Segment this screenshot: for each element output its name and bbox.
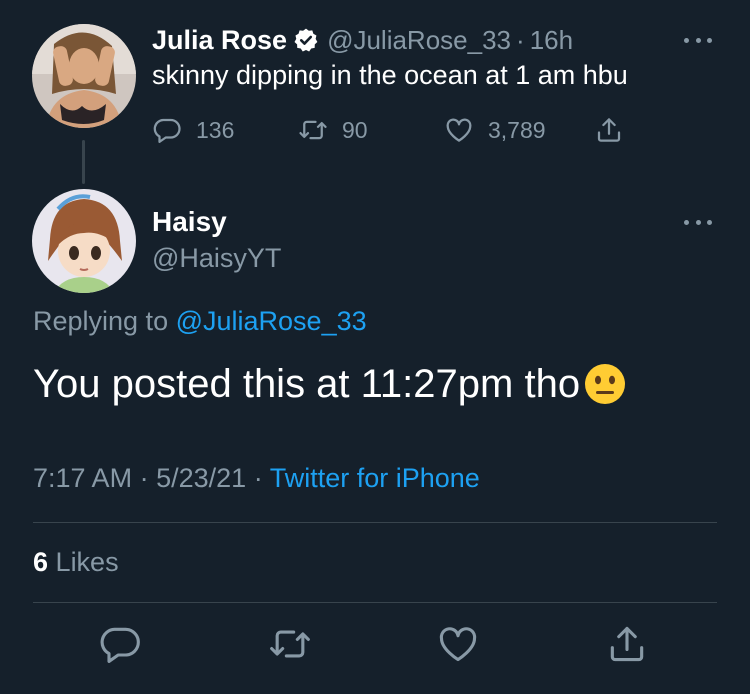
reply-button[interactable]	[98, 622, 142, 666]
tweet-date: 5/23/21	[156, 463, 247, 493]
divider-bottom	[33, 602, 717, 603]
original-author-avatar[interactable]	[32, 24, 136, 128]
meta-separator-2: ·	[253, 463, 263, 493]
separator-dot: ·	[516, 24, 525, 55]
reply-tweet-text: You posted this at 11:27pm tho	[33, 358, 626, 410]
share-button[interactable]	[605, 622, 649, 666]
reply-icon	[152, 115, 182, 145]
like-button[interactable]	[436, 622, 480, 666]
reply-text-content: You posted this at 11:27pm tho	[33, 361, 581, 406]
verified-badge-icon	[293, 27, 319, 53]
reply-author-avatar[interactable]	[32, 189, 136, 293]
heart-icon	[436, 622, 480, 666]
original-author-handle[interactable]: @JuliaRose_33	[327, 25, 511, 56]
heart-icon	[444, 115, 474, 145]
neutral-face-emoji	[584, 363, 626, 405]
reply-author-name[interactable]: Haisy	[152, 206, 227, 238]
retweet-count: 90	[342, 116, 368, 143]
original-tweet-time[interactable]: 16h	[530, 25, 573, 56]
replying-to-label: Replying to	[33, 306, 169, 336]
reply-author-handle[interactable]: @HaisyYT	[152, 243, 281, 274]
original-tweet-header: Julia Rose @JuliaRose_33 · 16h	[152, 22, 573, 58]
original-tweet-text: skinny dipping in the ocean at 1 am hbu	[152, 60, 628, 90]
original-tweet-actions: 136 90 3,789	[152, 110, 632, 150]
divider-top	[33, 522, 717, 523]
reply-count: 136	[196, 116, 235, 143]
likes-summary[interactable]: 6 Likes	[33, 547, 119, 578]
original-retweet-button[interactable]: 90	[298, 110, 368, 150]
share-icon	[605, 622, 649, 666]
likes-label: Likes	[55, 547, 119, 577]
replying-to-line: Replying to @JuliaRose_33	[33, 306, 367, 337]
replying-to-mention[interactable]: @JuliaRose_33	[176, 306, 367, 336]
thread-connector-line	[82, 140, 85, 184]
tweet-source-link[interactable]: Twitter for iPhone	[270, 463, 480, 493]
original-like-button[interactable]: 3,789	[444, 110, 546, 150]
like-count: 3,789	[488, 116, 546, 143]
reply-tweet-actions	[0, 622, 750, 672]
original-reply-button[interactable]: 136	[152, 110, 234, 150]
tweet-detail-screen: Julia Rose @JuliaRose_33 · 16h skinny di…	[0, 0, 750, 694]
original-author-name[interactable]: Julia Rose	[152, 25, 287, 56]
meta-separator: ·	[139, 463, 149, 493]
original-more-icon[interactable]	[680, 30, 716, 50]
original-share-button[interactable]	[594, 110, 624, 150]
reply-icon	[98, 622, 142, 666]
retweet-button[interactable]	[268, 622, 312, 666]
retweet-icon	[298, 115, 328, 145]
share-icon	[594, 115, 624, 145]
retweet-icon	[268, 622, 312, 666]
tweet-timestamp: 7:17 AM	[33, 463, 133, 493]
tweet-meta: 7:17 AM · 5/23/21 · Twitter for iPhone	[33, 463, 480, 494]
likes-count: 6	[33, 547, 49, 577]
reply-more-icon[interactable]	[680, 212, 716, 232]
